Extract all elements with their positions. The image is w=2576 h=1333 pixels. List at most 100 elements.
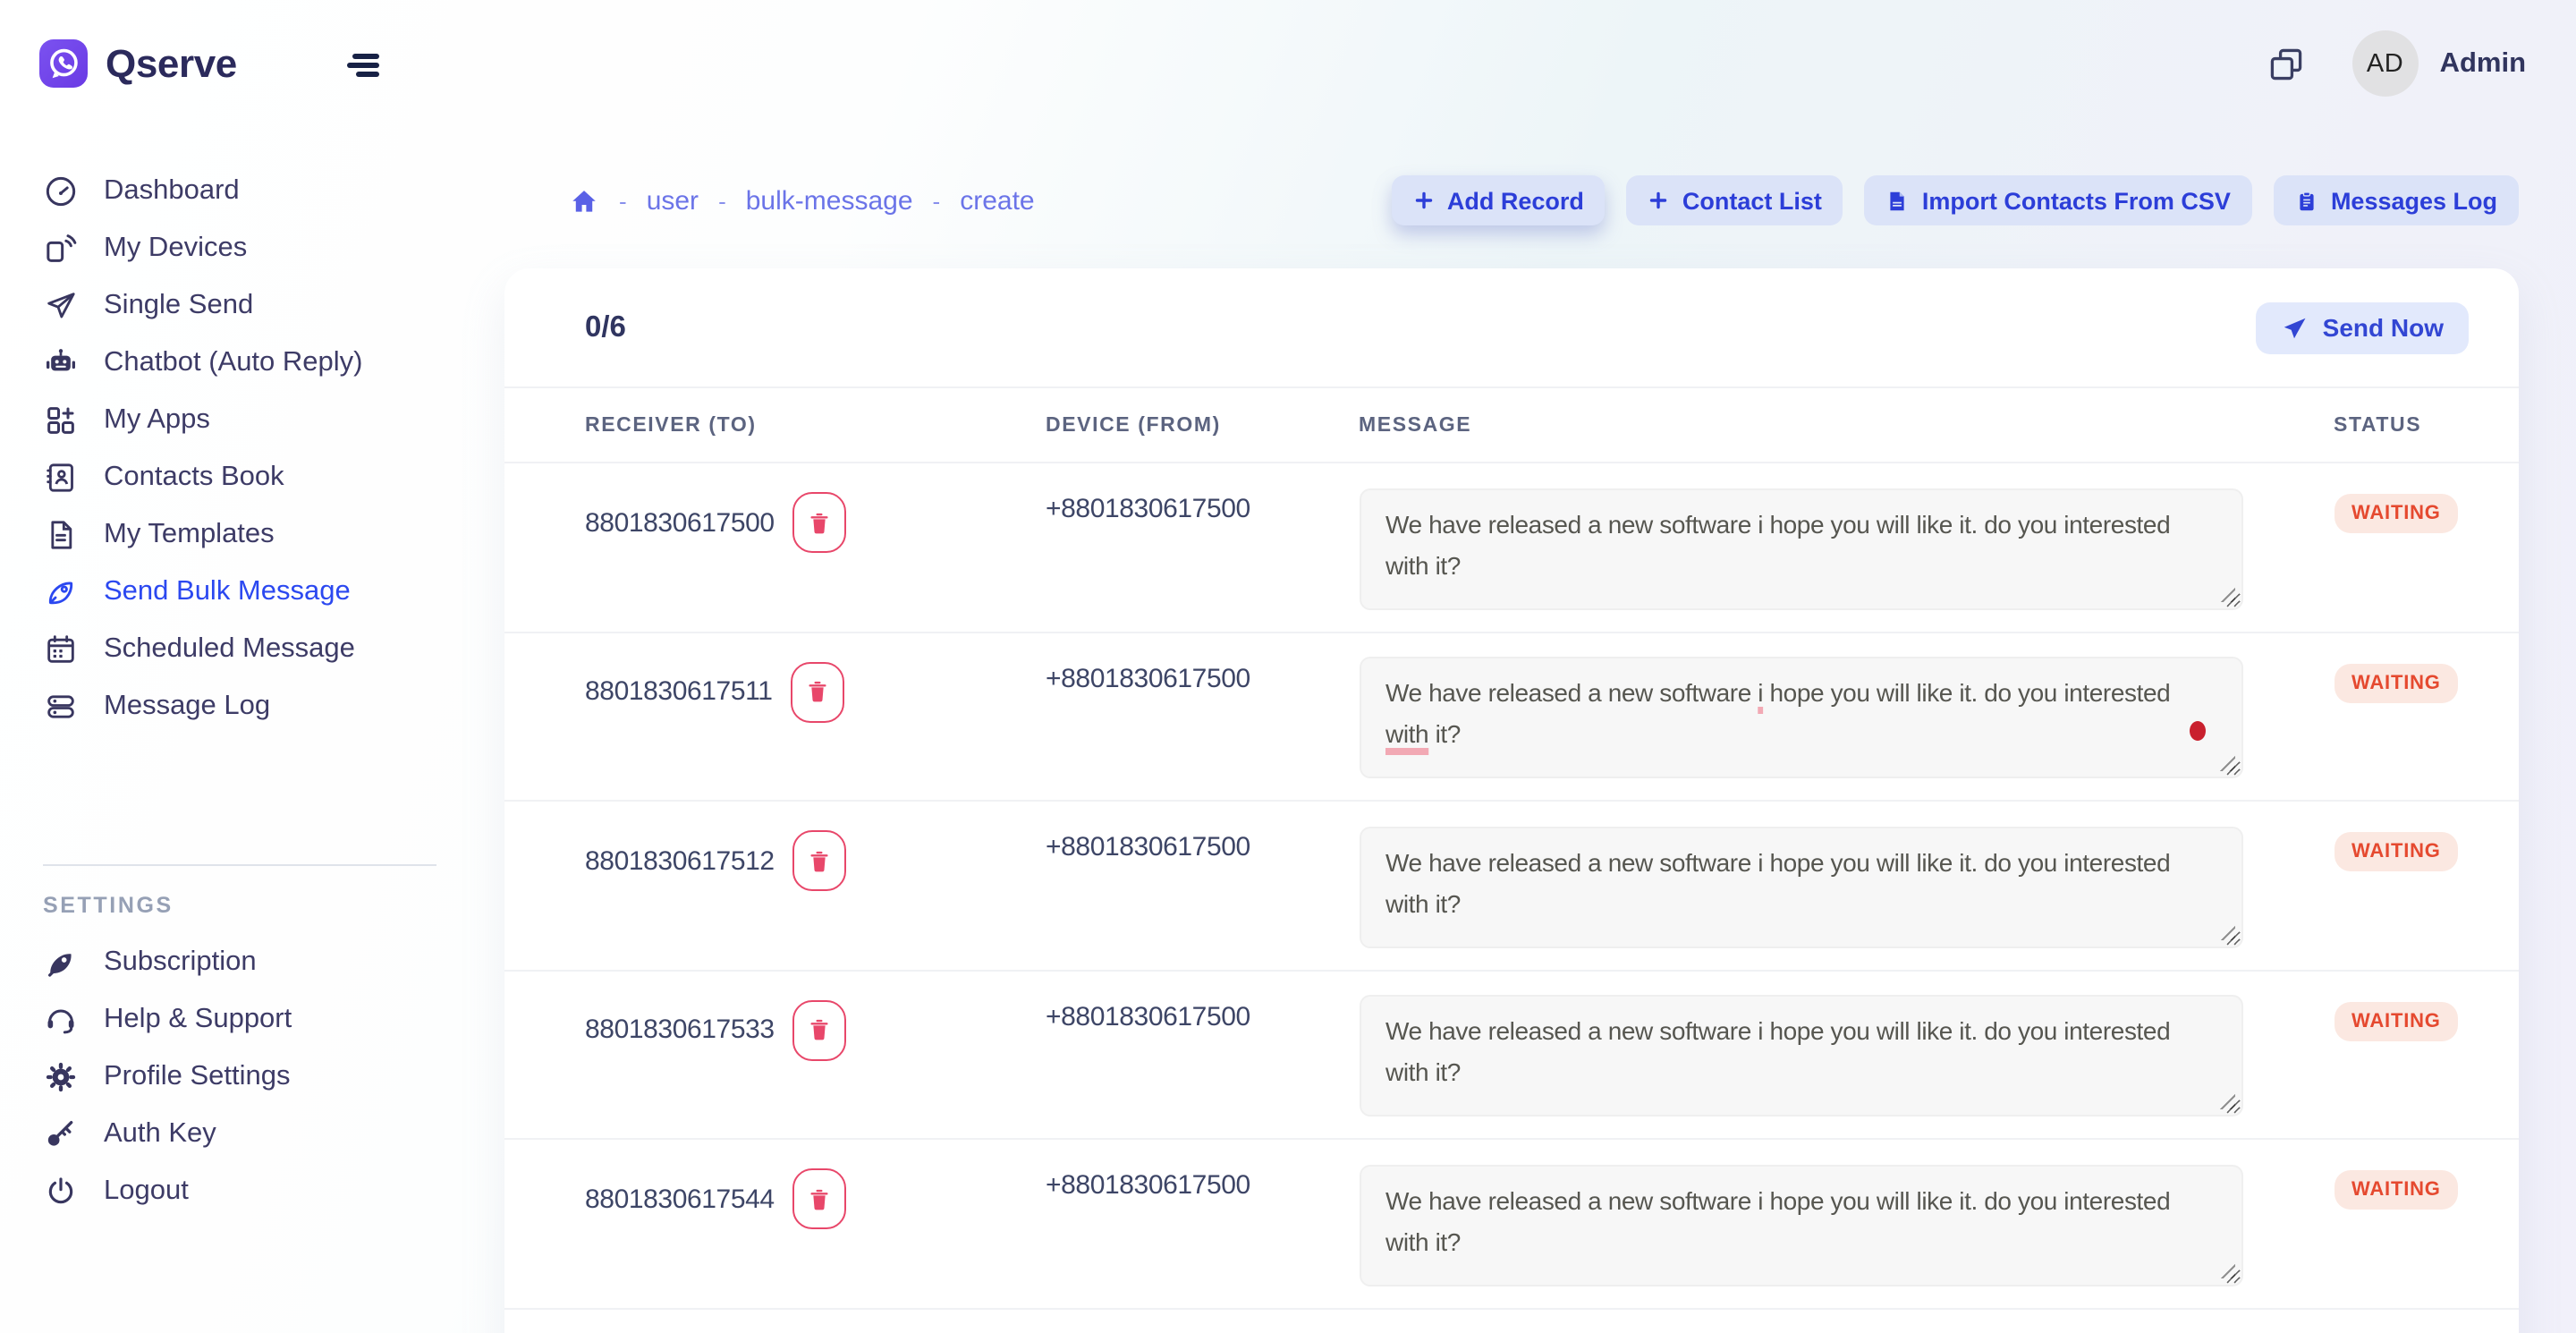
- page-actions: Add Record Contact List Import Contacts …: [1392, 175, 2519, 225]
- sidebar-item-subscription[interactable]: Subscription: [0, 934, 504, 991]
- user-area: AD Admin: [2267, 30, 2526, 97]
- sidebar-item-label: Message Log: [104, 691, 270, 723]
- sidebar-item-label: Dashboard: [104, 175, 240, 208]
- delete-row-button[interactable]: [791, 661, 844, 722]
- device-number: +8801830617500: [1046, 1140, 1359, 1307]
- home-icon[interactable]: [569, 186, 599, 217]
- sidebar-item-profile-settings[interactable]: Profile Settings: [0, 1049, 504, 1106]
- misspelled-word: with: [1385, 719, 1428, 748]
- avatar[interactable]: AD: [2352, 30, 2419, 97]
- qserve-logo-icon: [39, 39, 88, 88]
- message-textarea[interactable]: We have released a new software i hope y…: [1359, 657, 2242, 778]
- message-text: hope you will like it. do you interested: [1763, 678, 2170, 707]
- contact-list-label: Contact List: [1682, 187, 1822, 214]
- plus-icon: [1413, 190, 1435, 211]
- messages-log-button[interactable]: Messages Log: [2274, 175, 2519, 225]
- send-plane-icon: [2282, 314, 2309, 341]
- sidebar-item-dashboard[interactable]: Dashboard: [0, 163, 504, 220]
- delete-row-button[interactable]: [792, 1168, 846, 1229]
- rocket-icon: [43, 574, 79, 610]
- breadcrumb-user[interactable]: user: [647, 186, 699, 217]
- sidebar-item-label: My Templates: [104, 519, 275, 551]
- import-contacts-csv-button[interactable]: Import Contacts From CSV: [1865, 175, 2252, 225]
- contacts-book-icon: [43, 460, 79, 496]
- trash-icon: [807, 1016, 832, 1043]
- clipboard-icon: [2295, 187, 2318, 214]
- message-textarea[interactable]: We have released a new software i hope y…: [1359, 995, 2242, 1116]
- delete-row-button[interactable]: [792, 492, 846, 553]
- send-now-label: Send Now: [2323, 313, 2444, 342]
- col-status: STATUS: [2334, 414, 2469, 436]
- status-badge: WAITING: [2334, 1170, 2459, 1210]
- message-textarea[interactable]: We have released a new software i hope y…: [1359, 826, 2242, 947]
- csv-file-icon: [1886, 187, 1910, 214]
- table-row: 8801830617512 +8801830617500 We have rel…: [504, 802, 2519, 971]
- sidebar-item-scheduled-message[interactable]: Scheduled Message: [0, 621, 504, 678]
- status-badge: WAITING: [2334, 1001, 2459, 1040]
- sidebar-item-my-templates[interactable]: My Templates: [0, 506, 504, 564]
- user-name: Admin: [2440, 47, 2526, 80]
- col-receiver: RECEIVER (TO): [585, 414, 1046, 436]
- sidebar-settings-nav: Subscription Help & Support Profile Sett…: [0, 934, 504, 1220]
- sidebar-divider: [43, 864, 436, 866]
- trash-icon: [807, 847, 832, 874]
- breadcrumb: - user - bulk-message - create: [569, 186, 1035, 217]
- table-header: RECEIVER (TO) DEVICE (FROM) MESSAGE STAT…: [504, 386, 2519, 463]
- trash-icon: [805, 678, 830, 705]
- delete-row-button[interactable]: [792, 830, 846, 891]
- delete-row-button[interactable]: [792, 999, 846, 1060]
- message-text: We have released a new software: [1385, 678, 1758, 707]
- copy-icon[interactable]: [2267, 44, 2306, 83]
- sidebar-item-label: Subscription: [104, 947, 257, 979]
- paper-plane-icon: [43, 288, 79, 324]
- message-textarea[interactable]: We have released a new software i hope y…: [1359, 1164, 2242, 1286]
- sidebar-item-label: Send Bulk Message: [104, 576, 351, 608]
- sidebar-item-auth-key[interactable]: Auth Key: [0, 1106, 504, 1163]
- sidebar-item-label: Help & Support: [104, 1004, 292, 1036]
- rocket-filled-icon: [43, 945, 79, 981]
- sidebar-item-contacts-book[interactable]: Contacts Book: [0, 449, 504, 506]
- sidebar-item-label: Chatbot (Auto Reply): [104, 347, 363, 379]
- robot-icon: [43, 345, 79, 381]
- sidebar-item-label: Contacts Book: [104, 462, 284, 494]
- add-record-button[interactable]: Add Record: [1392, 175, 1606, 225]
- sidebar-nav: Dashboard My Devices Single Send Chatb: [0, 163, 504, 735]
- messages-log-label: Messages Log: [2331, 187, 2497, 214]
- breadcrumb-create[interactable]: create: [960, 186, 1034, 217]
- device-number: +8801830617500: [1046, 802, 1359, 969]
- sidebar-item-chatbot[interactable]: Chatbot (Auto Reply): [0, 335, 504, 392]
- trash-icon: [807, 1185, 832, 1212]
- contact-list-button[interactable]: Contact List: [1627, 175, 1843, 225]
- sidebar-toggle-icon[interactable]: [347, 54, 379, 77]
- calendar-icon: [43, 632, 79, 667]
- breadcrumb-bulk-message[interactable]: bulk-message: [746, 186, 913, 217]
- receiver-number: 8801830617512: [585, 845, 775, 876]
- trash-icon: [807, 509, 832, 536]
- table-row: 8801830617511 +8801830617500 We have rel…: [504, 633, 2519, 802]
- send-now-button[interactable]: Send Now: [2257, 301, 2469, 353]
- sidebar-item-my-devices[interactable]: My Devices: [0, 220, 504, 277]
- power-icon: [43, 1174, 79, 1210]
- sidebar-item-send-bulk-message[interactable]: Send Bulk Message: [0, 564, 504, 621]
- status-badge: WAITING: [2334, 663, 2459, 702]
- message-text: it?: [1428, 719, 1461, 748]
- card-header: 0/6 Send Now: [504, 268, 2519, 386]
- device-number: +8801830617500: [1046, 633, 1359, 800]
- receiver-number: 8801830617533: [585, 1015, 775, 1045]
- device-number: +8801830617500: [1046, 971, 1359, 1138]
- gauge-icon: [43, 174, 79, 209]
- sidebar-item-logout[interactable]: Logout: [0, 1163, 504, 1220]
- receiver-number: 8801830617544: [585, 1184, 775, 1214]
- sidebar-item-message-log[interactable]: Message Log: [0, 678, 504, 735]
- sidebar-item-help-support[interactable]: Help & Support: [0, 991, 504, 1049]
- apps-grid-plus-icon: [43, 403, 79, 438]
- sidebar-item-label: Profile Settings: [104, 1061, 291, 1093]
- brand: Qserve: [39, 39, 237, 88]
- sidebar-item-single-send[interactable]: Single Send: [0, 277, 504, 335]
- device-number: +8801830617500: [1046, 463, 1359, 631]
- col-device: DEVICE (FROM): [1046, 414, 1359, 436]
- sidebar-item-my-apps[interactable]: My Apps: [0, 392, 504, 449]
- status-badge: WAITING: [2334, 832, 2459, 871]
- message-textarea[interactable]: We have released a new software i hope y…: [1359, 488, 2242, 609]
- sidebar-item-label: My Apps: [104, 404, 210, 437]
